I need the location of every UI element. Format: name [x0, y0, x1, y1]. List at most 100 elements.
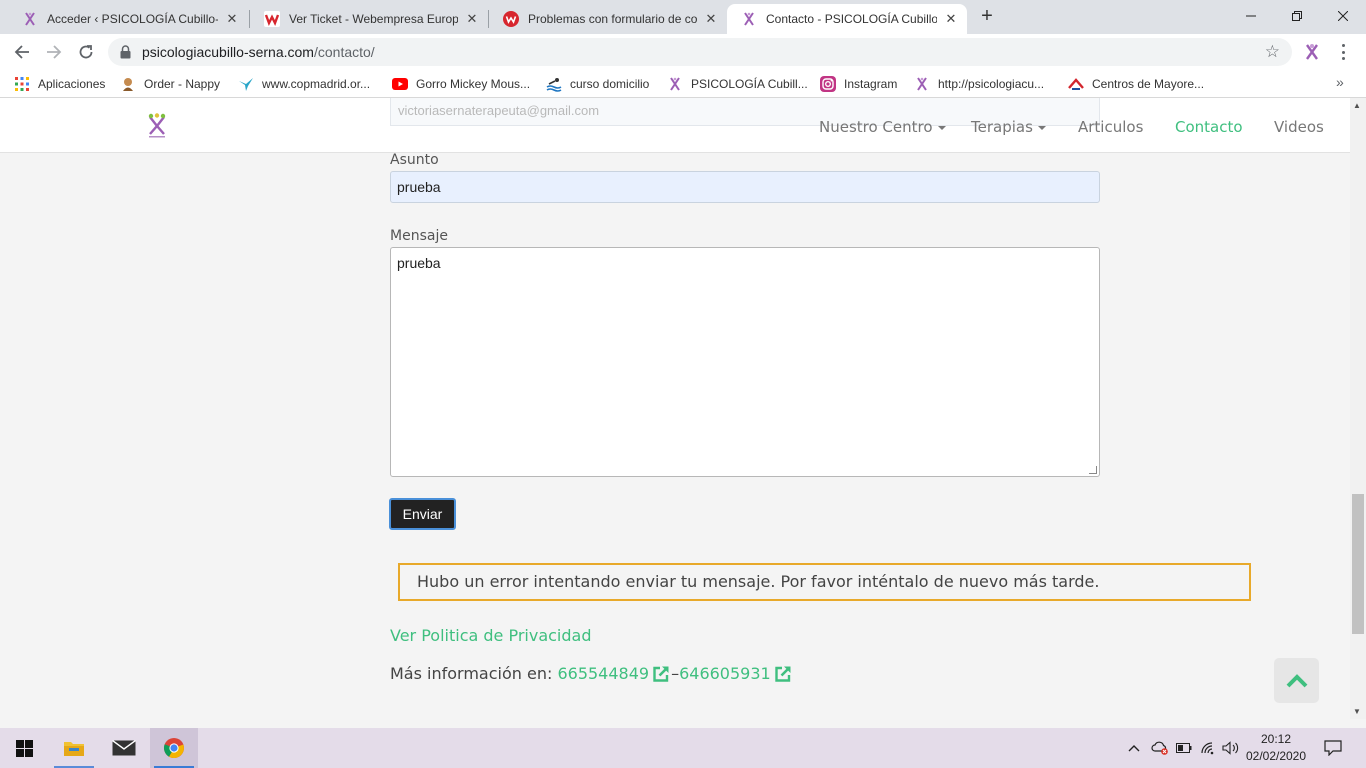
bookmark-label: http://psicologiacu...: [938, 77, 1045, 91]
bookmark-item[interactable]: curso domicilio: [546, 75, 649, 93]
bookmark-label: curso domicilio: [570, 77, 650, 91]
nav-label: Nuestro Centro: [819, 118, 933, 136]
restore-icon: [1292, 11, 1302, 21]
chevron-up-icon: [1286, 673, 1307, 687]
extension-site-icon[interactable]: [1302, 42, 1322, 62]
nav-terapias[interactable]: Terapias: [971, 118, 1046, 136]
privacy-policy-link[interactable]: Ver Politica de Privacidad: [390, 626, 591, 645]
back-arrow-icon: [14, 45, 29, 59]
new-tab-button[interactable]: +: [976, 6, 998, 28]
browser-tab-strip: Acceder ‹ PSICOLOGÍA Cubillo-Se ✕ Ver Ti…: [0, 0, 1366, 34]
nav-videos[interactable]: Videos: [1274, 118, 1324, 136]
bookmarks-bar: Aplicaciones Order - Nappy www.copmadrid…: [0, 70, 1366, 98]
scroll-down-arrow-icon[interactable]: ▼: [1353, 707, 1361, 716]
send-button[interactable]: Enviar: [389, 498, 456, 530]
action-center-button[interactable]: [1320, 728, 1346, 768]
external-link-icon[interactable]: [652, 665, 670, 683]
nav-contacto[interactable]: Contacto: [1175, 118, 1243, 136]
nav-articulos[interactable]: Articulos: [1078, 118, 1143, 136]
bookmark-apps[interactable]: Aplicaciones: [14, 75, 105, 93]
site-logo-icon: [22, 11, 38, 27]
tab-title: Acceder ‹ PSICOLOGÍA Cubillo-Se: [47, 12, 218, 26]
tab-title: Problemas con formulario de cor: [528, 12, 697, 26]
mayores-icon: [1068, 76, 1084, 92]
webempresa-round-icon: [503, 11, 519, 27]
phone-separator: –: [671, 664, 680, 683]
browser-menu-icon[interactable]: [1336, 42, 1350, 62]
show-hidden-icons-button[interactable]: [1124, 728, 1144, 768]
bookmark-star-icon[interactable]: ☆: [1265, 42, 1280, 62]
taskbar-chrome[interactable]: [150, 728, 198, 768]
url-path: /contacto/: [313, 44, 375, 60]
start-button[interactable]: [0, 728, 48, 768]
forward-button[interactable]: [42, 40, 66, 64]
browser-tab-active[interactable]: Contacto - PSICOLOGÍA Cubillo-S ✕: [727, 4, 967, 34]
caret-down-icon: [1037, 125, 1046, 130]
bookmark-item[interactable]: Gorro Mickey Mous...: [392, 75, 530, 93]
tray-wifi[interactable]: [1198, 728, 1218, 768]
browser-tab[interactable]: Ver Ticket - Webempresa Europa ✕: [250, 4, 488, 34]
notifications-icon: [1324, 740, 1342, 756]
page-scrollbar[interactable]: ▲ ▼: [1350, 98, 1366, 719]
scrollbar-thumb[interactable]: [1352, 494, 1364, 634]
site-logo-icon: [667, 76, 683, 92]
webempresa-icon: [264, 11, 280, 27]
close-tab-icon[interactable]: ✕: [464, 11, 480, 27]
address-bar[interactable]: psicologiacubillo-serna.com/contacto/ ☆: [108, 38, 1292, 66]
url-domain: psicologiacubillo-serna.com: [142, 44, 314, 60]
browser-tab[interactable]: Problemas con formulario de cor ✕: [489, 4, 727, 34]
bookmark-label: Centros de Mayore...: [1092, 77, 1205, 91]
close-tab-icon[interactable]: ✕: [943, 11, 959, 27]
back-button[interactable]: [10, 40, 34, 64]
scroll-to-top-button[interactable]: [1274, 658, 1319, 703]
phone-link-2[interactable]: 646605931: [679, 664, 771, 683]
taskbar-file-explorer[interactable]: [50, 728, 98, 768]
tray-battery[interactable]: [1174, 728, 1194, 768]
bookmark-label: Order - Nappy: [144, 77, 221, 91]
reload-button[interactable]: [74, 40, 98, 64]
bookmark-item[interactable]: Centros de Mayore...: [1068, 75, 1204, 93]
bird-icon: [238, 76, 254, 92]
error-alert: Hubo un error intentando enviar tu mensa…: [398, 563, 1251, 601]
nav-nuestro-centro[interactable]: Nuestro Centro: [819, 118, 946, 136]
site-logo[interactable]: [146, 113, 168, 139]
close-window-button[interactable]: [1320, 0, 1366, 32]
swim-icon: [546, 76, 562, 92]
minimize-icon: [1246, 15, 1256, 17]
url-text: psicologiacubillo-serna.com/contacto/: [142, 44, 375, 60]
browser-tab[interactable]: Acceder ‹ PSICOLOGÍA Cubillo-Se ✕: [8, 4, 248, 34]
tray-volume[interactable]: [1220, 728, 1242, 768]
lock-icon: [120, 45, 131, 59]
asunto-input[interactable]: prueba: [390, 171, 1100, 203]
cloud-error-icon: [1151, 741, 1168, 755]
bookmark-label: www.copmadrid.or...: [262, 77, 371, 91]
tray-onedrive[interactable]: [1148, 728, 1172, 768]
close-icon: [1338, 11, 1348, 21]
minimize-button[interactable]: [1228, 0, 1274, 32]
mensaje-label: Mensaje: [390, 228, 448, 244]
bookmark-item[interactable]: Instagram: [820, 75, 897, 93]
taskbar-clock[interactable]: 20:12 02/02/2020: [1244, 731, 1308, 765]
taskbar-mail[interactable]: [100, 728, 148, 768]
close-tab-icon[interactable]: ✕: [224, 11, 240, 27]
site-logo-icon: [914, 76, 930, 92]
phone-link-1[interactable]: 665544849: [557, 664, 649, 683]
bookmark-item[interactable]: http://psicologiacu...: [914, 75, 1044, 93]
bookmark-item[interactable]: Order - Nappy: [120, 75, 220, 93]
restore-button[interactable]: [1274, 0, 1320, 32]
clock-time: 20:12: [1260, 732, 1292, 746]
close-tab-icon[interactable]: ✕: [703, 11, 719, 27]
scroll-up-arrow-icon[interactable]: ▲: [1353, 101, 1361, 110]
external-link-icon[interactable]: [774, 665, 792, 683]
windows-taskbar: 20:12 02/02/2020: [0, 728, 1366, 768]
more-bookmarks-icon[interactable]: »: [1336, 74, 1344, 90]
bookmark-item[interactable]: www.copmadrid.or...: [238, 75, 370, 93]
bookmark-label: Aplicaciones: [38, 77, 106, 91]
site-header: victoriasernaterapeuta@gmail.com Nuestro…: [0, 98, 1350, 153]
forward-arrow-icon: [47, 45, 62, 59]
mensaje-textarea[interactable]: prueba: [390, 247, 1100, 477]
resize-handle-icon[interactable]: [1089, 466, 1097, 474]
apps-grid-icon: [14, 76, 30, 92]
bookmark-item[interactable]: PSICOLOGÍA Cubill...: [667, 75, 808, 93]
tab-title: Ver Ticket - Webempresa Europa: [289, 12, 458, 26]
